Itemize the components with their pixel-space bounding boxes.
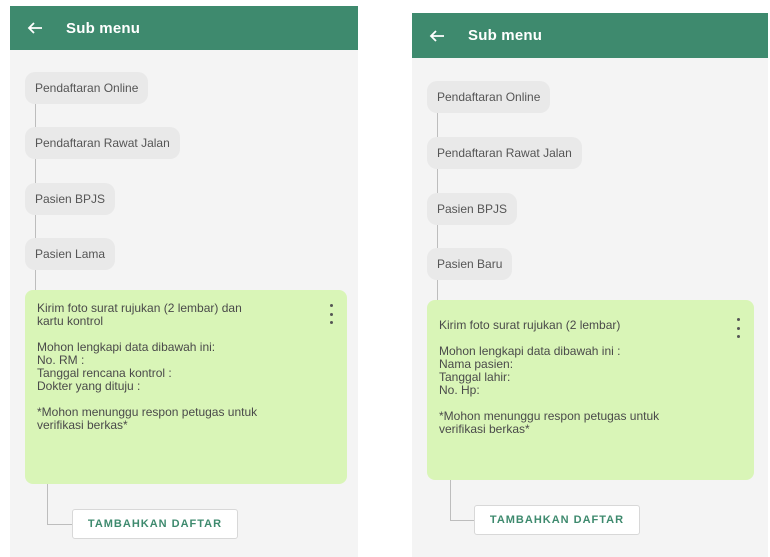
message-card[interactable]: Kirim foto surat rujukan (2 lembar) Moho… [427,300,754,480]
menu-item-pendaftaran-online[interactable]: Pendaftaran Online [427,81,551,113]
more-vertical-icon[interactable] [734,318,742,338]
menu-item-pendaftaran-rawat-jalan[interactable]: Pendaftaran Rawat Jalan [25,127,180,159]
right-screen: Sub menu Pendaftaran Online Pendaftaran … [412,13,768,557]
card-text-form: Mohon lengkapi data dibawah ini : Nama p… [439,344,621,397]
tree-connector-bottom [450,480,451,520]
menu-item-pasien-lama[interactable]: Pasien Lama [25,238,116,270]
card-text-note: *Mohon menunggu respon petugas untuk ver… [439,409,660,436]
card-text-note: *Mohon menunggu respon petugas untuk ver… [37,405,258,432]
card-text-form: Mohon lengkapi data dibawah ini: No. RM … [37,340,216,393]
card-text-request: Kirim foto surat rujukan (2 lembar) [439,318,621,332]
tree-branch [47,524,72,525]
tree-connector-bottom [47,484,48,524]
menu-item-pasien-bpjs[interactable]: Pasien BPJS [427,193,518,225]
page-title: Sub menu [66,19,141,37]
more-vertical-icon[interactable] [327,304,335,324]
left-screen: Sub menu Pendaftaran Online Pendaftaran … [10,6,358,557]
menu-item-pasien-baru[interactable]: Pasien Baru [427,248,513,280]
menu-item-pendaftaran-rawat-jalan[interactable]: Pendaftaran Rawat Jalan [427,137,582,169]
add-list-button[interactable]: TAMBAHKAN DAFTAR [72,509,238,539]
add-list-button[interactable]: TAMBAHKAN DAFTAR [474,505,640,535]
menu-item-pendaftaran-online[interactable]: Pendaftaran Online [25,72,149,104]
arrow-left-icon[interactable] [426,25,448,47]
card-text-request: Kirim foto surat rujukan (2 lembar) dan … [37,301,242,328]
menu-item-pasien-bpjs[interactable]: Pasien BPJS [25,183,116,215]
message-card[interactable]: Kirim foto surat rujukan (2 lembar) dan … [25,290,347,484]
page-title: Sub menu [468,27,543,44]
app-bar: Sub menu [412,13,768,58]
arrow-left-icon[interactable] [24,17,46,39]
tree-branch [450,520,474,521]
app-bar: Sub menu [10,6,358,50]
